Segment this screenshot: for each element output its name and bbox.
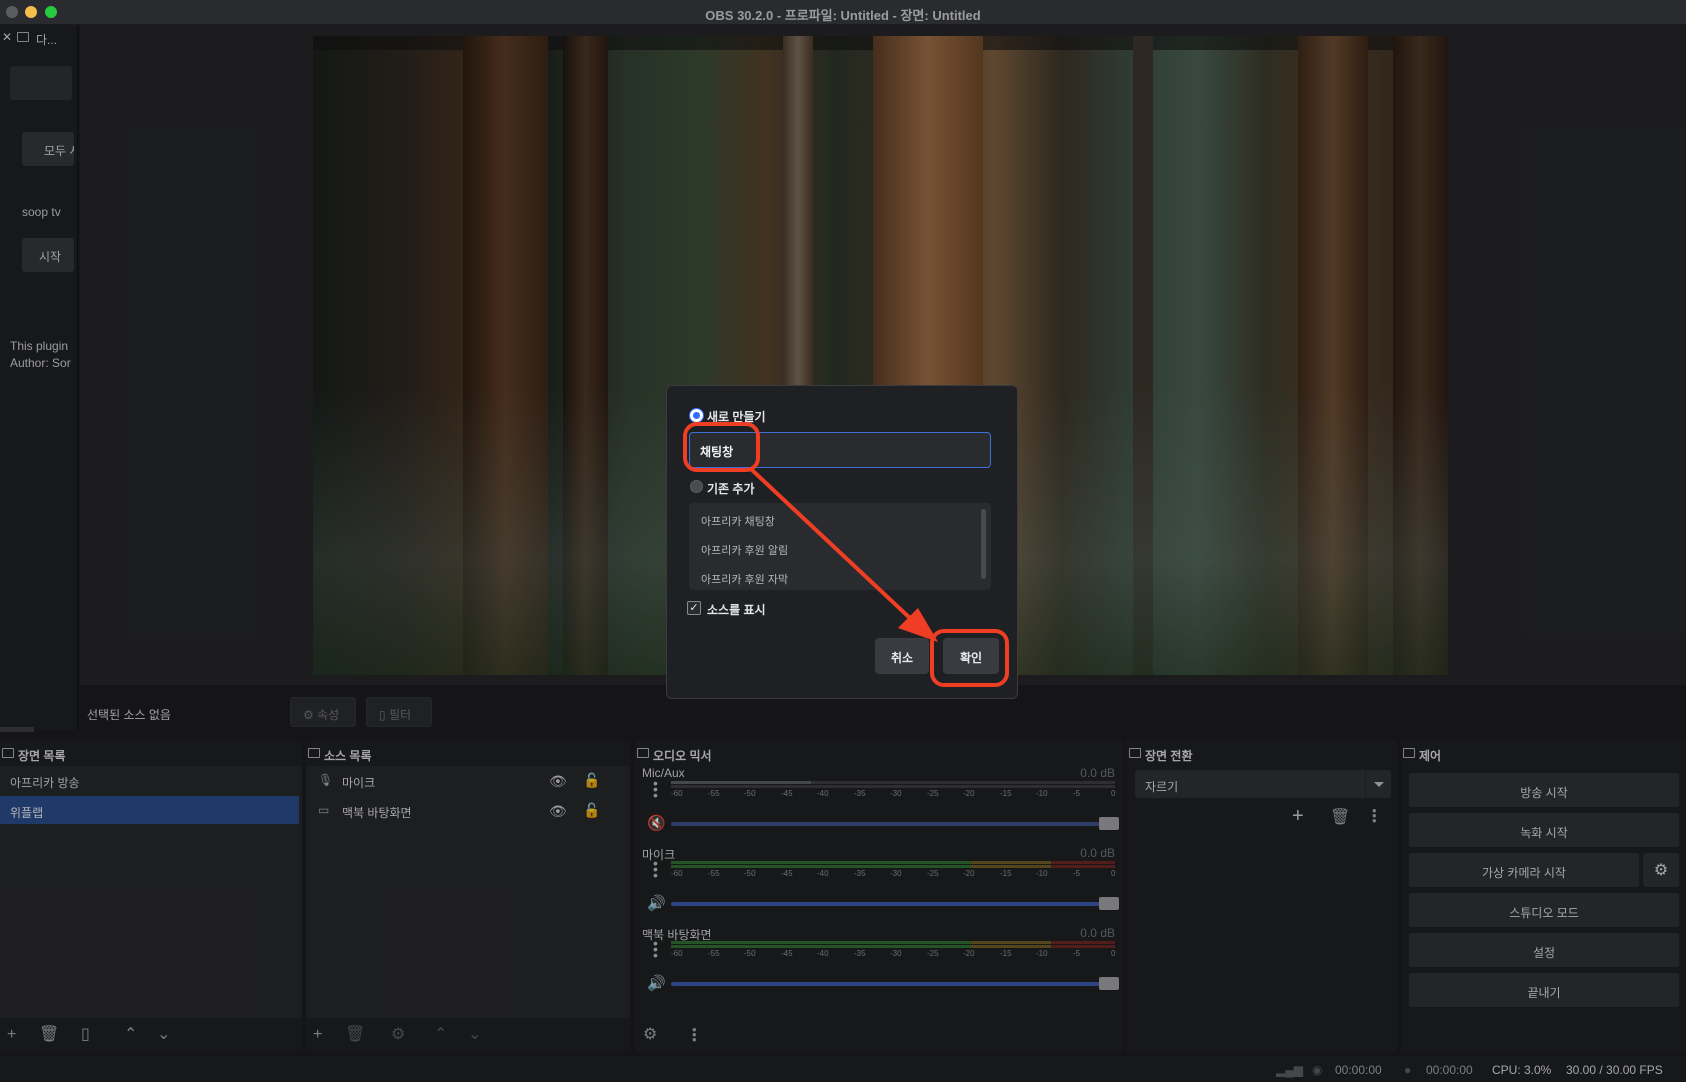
visible-checkbox[interactable]: ✓ — [687, 601, 701, 615]
window-title: OBS 30.2.0 - 프로파일: Untitled - 장면: Untitl… — [705, 8, 981, 23]
visible-label: 소스를 표시 — [707, 603, 766, 617]
existing-sources-list[interactable]: 아프리카 채팅창 아프리카 후원 알림 아프리카 후원 자막 — [689, 503, 991, 590]
check-icon: ✓ — [689, 602, 699, 614]
title-bar: OBS 30.2.0 - 프로파일: Untitled - 장면: Untitl… — [0, 0, 1686, 25]
annotation-ring-ok — [930, 629, 1009, 687]
list-item[interactable]: 아프리카 채팅창 — [701, 513, 775, 529]
list-item[interactable]: 아프리카 후원 알림 — [701, 542, 788, 558]
add-existing-label: 기존 추가 — [707, 482, 755, 496]
annotation-ring-input — [683, 422, 760, 472]
create-new-radio[interactable] — [690, 409, 703, 422]
cancel-button[interactable]: 취소 — [875, 638, 929, 674]
list-scrollbar[interactable] — [981, 509, 986, 579]
list-item[interactable]: 아프리카 후원 자막 — [701, 571, 788, 587]
add-existing-radio[interactable] — [690, 480, 703, 493]
